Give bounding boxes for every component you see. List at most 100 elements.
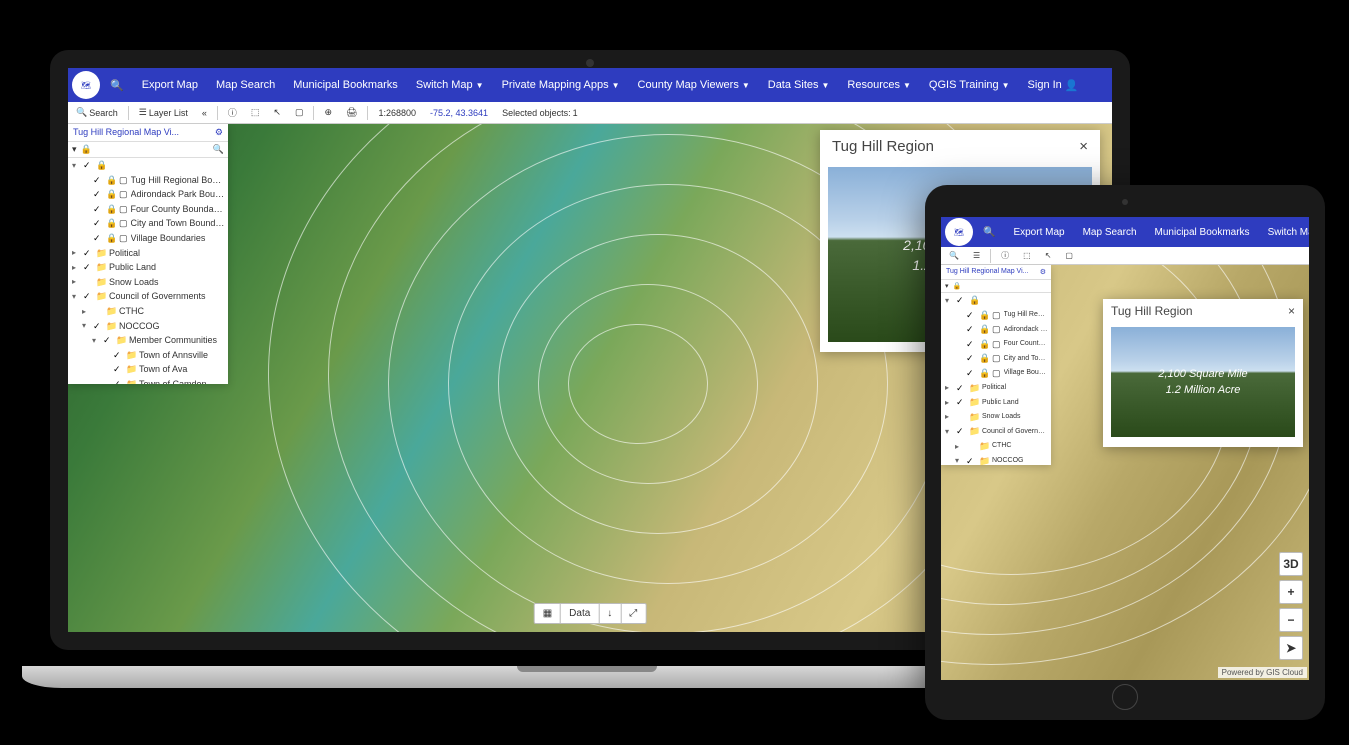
expand-icon[interactable]: ▸ (955, 441, 963, 452)
layer-row[interactable]: ▸📁CTHC (941, 439, 1051, 454)
data-label[interactable]: Data (561, 604, 599, 623)
layer-row[interactable]: ✓🔒▢Four County Boundaries (941, 337, 1051, 352)
visibility-check-icon[interactable]: ✓ (966, 367, 976, 380)
select-tool-icon[interactable]: ⬚ (247, 107, 264, 118)
visibility-check-icon[interactable]: ✓ (93, 203, 103, 216)
visibility-check-icon[interactable]: ✓ (83, 261, 93, 274)
toolbar-layerlist-icon[interactable]: ☰ (969, 251, 984, 260)
grid-icon[interactable]: ▦ (535, 604, 561, 623)
visibility-check-icon[interactable]: ✓ (966, 338, 976, 351)
expand-icon[interactable]: ▸ (945, 397, 953, 408)
expand-icon[interactable]: ▾ (945, 426, 953, 437)
visibility-check-icon[interactable]: ✓ (93, 232, 103, 245)
visibility-check-icon[interactable]: ✓ (113, 363, 123, 376)
layer-row[interactable]: ✓🔒▢Tug Hill Regional Boundary (68, 173, 228, 188)
visibility-check-icon[interactable]: ✓ (113, 378, 123, 384)
layer-row[interactable]: ✓🔒▢Village Boundaries (68, 231, 228, 246)
layer-row[interactable]: ▸✓📁Political (68, 246, 228, 261)
expand-icon[interactable]: ▸ (945, 411, 953, 422)
layer-row[interactable]: ▾✓📁Council of Governments (68, 289, 228, 304)
search-icon[interactable]: 🔍 (102, 68, 132, 102)
layer-row[interactable]: ▸📁Snow Loads (68, 275, 228, 290)
extent-tool-icon[interactable]: ▢ (1061, 251, 1077, 260)
toolbar-search-icon[interactable]: 🔍 (945, 251, 963, 260)
layer-row[interactable]: ▸📁CTHC (68, 304, 228, 319)
layer-row[interactable]: ▾✓📁NOCCOG (941, 454, 1051, 465)
layer-row[interactable]: ▾✓📁NOCCOG (68, 319, 228, 334)
expand-icon[interactable]: ▸ (82, 306, 90, 317)
nav-bookmarks[interactable]: Municipal Bookmarks (285, 68, 406, 102)
layer-row[interactable]: ✓🔒▢Tug Hill Regional Boundary (941, 308, 1051, 323)
visibility-check-icon[interactable]: ✓ (956, 382, 966, 395)
nav-switch-map[interactable]: Switch Map▼ (408, 68, 492, 102)
nav-switch-map[interactable]: Switch Map▼ (1260, 217, 1309, 247)
toolbar-collapse[interactable]: « (198, 108, 211, 118)
visibility-check-icon[interactable]: ✓ (93, 174, 103, 187)
nav-bookmarks[interactable]: Municipal Bookmarks (1147, 217, 1258, 247)
print-icon[interactable]: 🖨 (342, 107, 361, 118)
expand-all-icon[interactable]: ▾ (72, 144, 77, 155)
visibility-check-icon[interactable]: ✓ (113, 349, 123, 362)
close-icon[interactable]: × (1288, 304, 1295, 318)
visibility-check-icon[interactable]: ✓ (83, 247, 93, 260)
info-tool-icon[interactable]: ⓘ (224, 106, 241, 119)
expand-icon[interactable]: ▸ (72, 262, 80, 273)
nav-export-map[interactable]: Export Map (1005, 217, 1072, 247)
visibility-check-icon[interactable]: ✓ (93, 320, 103, 333)
visibility-check-icon[interactable]: ✓ (83, 290, 93, 303)
layer-row[interactable]: ▸📁Snow Loads (941, 410, 1051, 425)
nav-resources[interactable]: Resources▼ (839, 68, 919, 102)
search-icon[interactable]: 🔍 (975, 217, 1003, 247)
layer-row[interactable]: ✓🔒▢Four County Boundaries (68, 202, 228, 217)
data-panel-control[interactable]: ▦ Data ↓ ⤢ (534, 603, 647, 624)
zoom-out-button[interactable]: − (1279, 608, 1303, 632)
map-canvas[interactable]: Tug Hill Regional Map Vi...⚙ ▾ 🔒 ▾✓🔒✓🔒▢T… (941, 265, 1309, 680)
expand-icon[interactable]: ⤢ (621, 604, 645, 623)
layer-row[interactable]: ✓📁Town of Ava (68, 362, 228, 377)
nav-map-search[interactable]: Map Search (1075, 217, 1145, 247)
locate-button[interactable]: ➤ (1279, 636, 1303, 660)
visibility-check-icon[interactable]: ✓ (93, 188, 103, 201)
visibility-check-icon[interactable]: ✓ (83, 159, 93, 172)
visibility-check-icon[interactable]: ✓ (966, 352, 976, 365)
nav-county-viewers[interactable]: County Map Viewers▼ (630, 68, 758, 102)
view-3d-button[interactable]: 3D (1279, 552, 1303, 576)
visibility-check-icon[interactable]: ✓ (966, 323, 976, 336)
extent-tool-icon[interactable]: ▢ (291, 107, 308, 118)
visibility-check-icon[interactable]: ✓ (103, 334, 113, 347)
scale-display[interactable]: 1:268800 (374, 108, 420, 118)
visibility-check-icon[interactable]: ✓ (966, 309, 976, 322)
layer-row[interactable]: ✓🔒▢Adirondack Park Boundary (941, 322, 1051, 337)
toolbar-search[interactable]: 🔍Search (72, 107, 122, 118)
visibility-check-icon[interactable]: ✓ (966, 455, 976, 465)
layer-row[interactable]: ▸✓📁Public Land (68, 260, 228, 275)
visibility-check-icon[interactable]: ✓ (956, 294, 966, 307)
select-tool-icon[interactable]: ⬚ (1019, 251, 1035, 260)
visibility-check-icon[interactable]: ✓ (93, 217, 103, 230)
nav-private-apps[interactable]: Private Mapping Apps▼ (494, 68, 628, 102)
gear-icon[interactable]: ⚙ (1040, 268, 1046, 276)
expand-icon[interactable]: ▾ (72, 291, 80, 302)
layer-row[interactable]: ▾✓📁Member Communities (68, 333, 228, 348)
nav-export-map[interactable]: Export Map (134, 68, 206, 102)
visibility-check-icon[interactable]: ✓ (956, 396, 966, 409)
expand-icon[interactable]: ▸ (72, 276, 80, 287)
nav-sign-in[interactable]: Sign In 👤 (1020, 68, 1087, 102)
layer-row[interactable]: ✓🔒▢Village Boundaries (941, 366, 1051, 381)
layer-row[interactable]: ✓🔒▢City and Town Boundaries (68, 216, 228, 231)
layer-row[interactable]: ▾✓🔒 (941, 293, 1051, 308)
layer-row[interactable]: ✓📁Town of Camden (68, 377, 228, 384)
expand-icon[interactable]: ▾ (72, 160, 80, 171)
layer-row[interactable]: ✓🔒▢City and Town Boundaries (941, 351, 1051, 366)
app-logo[interactable]: 🗺 (945, 218, 973, 246)
lock-icon[interactable]: 🔒 (81, 144, 92, 155)
layer-row[interactable]: ▸✓📁Political (941, 381, 1051, 396)
nav-map-search[interactable]: Map Search (208, 68, 283, 102)
sort-icon[interactable]: ↓ (599, 604, 621, 623)
layer-row[interactable]: ▸✓📁Public Land (941, 395, 1051, 410)
layer-row[interactable]: ▾✓📁Council of Governments (941, 424, 1051, 439)
lock-icon[interactable]: 🔒 (953, 282, 962, 290)
layer-row[interactable]: ▾✓🔒 (68, 158, 228, 173)
expand-icon[interactable]: ▾ (945, 295, 953, 306)
visibility-check-icon[interactable]: ✓ (956, 425, 966, 438)
